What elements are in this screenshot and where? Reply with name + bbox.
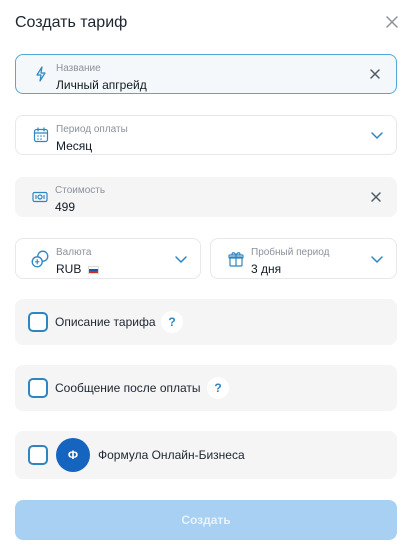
product-avatar: Ф	[56, 438, 90, 472]
product-checkbox[interactable]	[28, 445, 48, 465]
price-field[interactable]: Стоимость 499	[15, 177, 397, 217]
dialog-title: Создать тариф	[15, 14, 128, 31]
help-icon[interactable]: ?	[207, 377, 229, 399]
chevron-down-icon[interactable]	[174, 252, 188, 266]
currency-value: RUB	[56, 262, 82, 276]
after-payment-message-option: Сообщение после оплаты ?	[15, 365, 397, 411]
product-label: Формула Онлайн-Бизнеса	[98, 448, 245, 462]
help-icon[interactable]: ?	[161, 311, 183, 333]
currency-label: Валюта	[56, 247, 92, 258]
trial-period-value: 3 дня	[251, 262, 282, 276]
cash-icon	[32, 191, 48, 203]
lightning-icon	[36, 66, 46, 82]
coins-icon	[31, 250, 49, 267]
tariff-description-checkbox[interactable]	[28, 312, 48, 332]
payment-period-value: Месяц	[56, 139, 93, 153]
price-field-value[interactable]: 499	[55, 200, 75, 214]
gift-icon	[228, 251, 244, 267]
close-icon[interactable]	[384, 14, 400, 30]
clear-icon[interactable]	[368, 67, 382, 81]
chevron-down-icon[interactable]	[370, 252, 384, 266]
trial-period-select[interactable]: Пробный период 3 дня	[210, 238, 397, 279]
price-field-label: Стоимость	[55, 185, 106, 196]
currency-select[interactable]: Валюта RUB	[15, 238, 201, 279]
payment-period-label: Период оплаты	[56, 124, 128, 135]
after-payment-message-checkbox[interactable]	[28, 378, 48, 398]
russia-flag-icon	[87, 265, 99, 274]
product-option: Ф Формула Онлайн-Бизнеса	[15, 431, 397, 479]
tariff-description-label: Описание тарифа	[55, 315, 156, 329]
after-payment-message-label: Сообщение после оплаты	[55, 381, 201, 395]
payment-period-select[interactable]: Период оплаты Месяц	[15, 115, 397, 155]
trial-period-label: Пробный период	[251, 247, 330, 258]
name-field-value[interactable]: Личный апгрейд	[56, 78, 147, 92]
clear-icon[interactable]	[369, 190, 383, 204]
currency-value-wrap: RUB	[56, 262, 99, 276]
tariff-description-option: Описание тарифа ?	[15, 299, 397, 345]
calendar-icon	[33, 127, 49, 143]
name-field-label: Название	[56, 63, 101, 74]
create-tariff-dialog: Создать тариф Название Личный апгрейд Пе…	[0, 0, 411, 555]
create-button[interactable]: Создать	[15, 500, 397, 540]
chevron-down-icon[interactable]	[370, 128, 384, 142]
name-field[interactable]: Название Личный апгрейд	[15, 54, 397, 94]
